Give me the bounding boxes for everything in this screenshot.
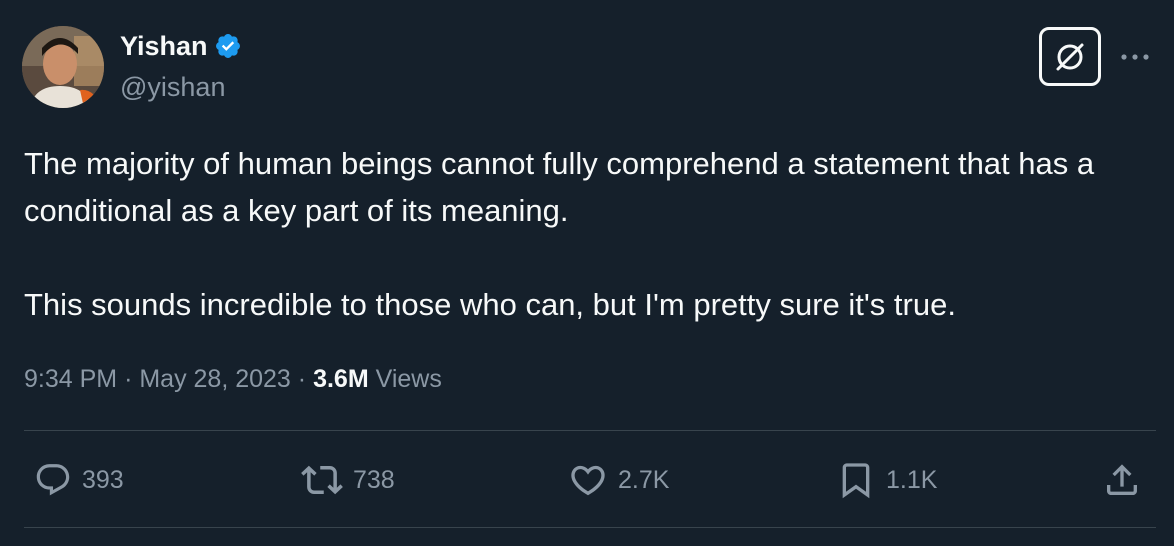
tweet-date[interactable]: May 28, 2023 (139, 365, 291, 393)
author-handle[interactable]: @yishan (120, 70, 225, 104)
author-name-row: Yishan (120, 29, 242, 63)
views-label[interactable]: Views (376, 365, 442, 393)
share-button[interactable] (1102, 455, 1142, 505)
like-button[interactable]: 2.7K (568, 455, 669, 505)
reply-count: 393 (82, 465, 124, 494)
avatar-photo (22, 26, 104, 108)
tweet-paragraph: The majority of human beings cannot full… (24, 146, 1095, 228)
divider (24, 527, 1156, 528)
more-icon (1121, 54, 1149, 60)
tweet-card: Yishan @yishan The majority of human bei… (0, 0, 1174, 546)
tweet-paragraph: This sounds incredible to those who can,… (24, 287, 956, 322)
grok-button[interactable] (1039, 27, 1101, 86)
reply-icon (36, 464, 70, 496)
action-bar: 393 738 2.7K 1.1K (0, 455, 1174, 505)
reply-button[interactable]: 393 (34, 455, 124, 505)
grok-icon (1056, 43, 1084, 70)
divider (24, 430, 1156, 431)
bookmark-icon (842, 463, 870, 499)
tweet-meta: 9:34 PM · May 28, 2023 · 3.6M Views (24, 362, 442, 396)
tweet-time[interactable]: 9:34 PM (24, 365, 117, 393)
more-options-button[interactable] (1117, 42, 1153, 72)
bookmark-button[interactable]: 1.1K (836, 455, 937, 505)
like-count: 2.7K (618, 465, 670, 494)
repost-button[interactable]: 738 (301, 455, 395, 505)
repost-icon (301, 465, 343, 495)
bookmark-count: 1.1K (886, 465, 938, 494)
verified-badge-icon (214, 32, 242, 60)
heart-icon (571, 465, 605, 496)
share-icon (1107, 464, 1137, 495)
author-name[interactable]: Yishan (120, 29, 208, 63)
tweet-text: The majority of human beings cannot full… (24, 140, 1159, 328)
meta-separator: · (124, 365, 133, 393)
views-count[interactable]: 3.6M (313, 365, 369, 393)
avatar[interactable] (22, 26, 104, 108)
meta-separator: · (297, 365, 307, 393)
repost-count: 738 (353, 465, 395, 494)
